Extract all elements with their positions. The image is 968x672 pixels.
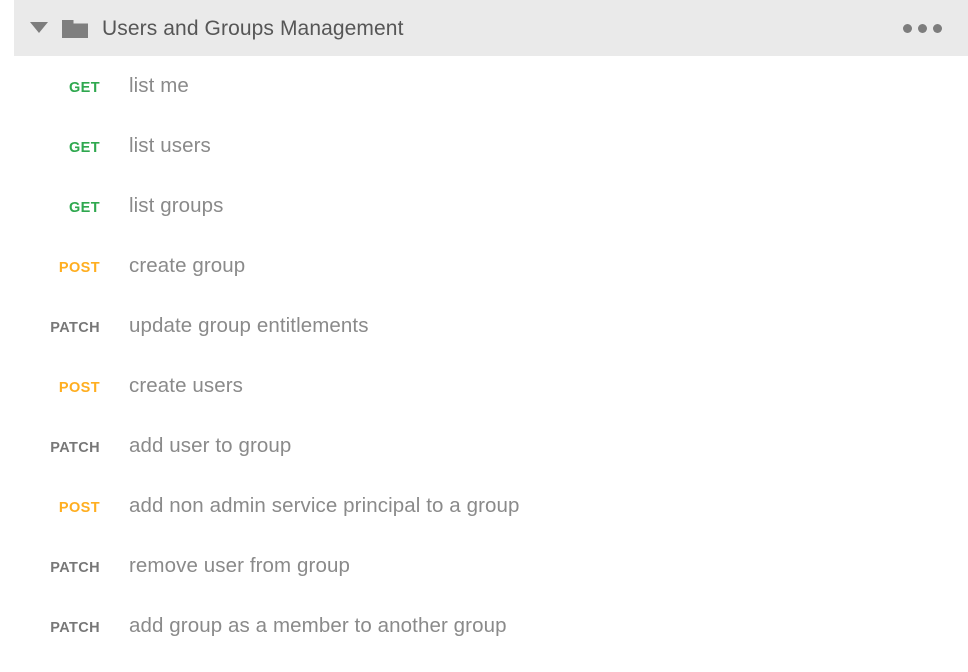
request-row[interactable]: PATCH add user to group <box>0 416 968 476</box>
request-name-label: remove user from group <box>129 536 350 596</box>
request-row[interactable]: PATCH update group entitlements <box>0 296 968 356</box>
request-name-label: update group entitlements <box>129 296 369 356</box>
request-name-label: add non admin service principal to a gro… <box>129 476 520 536</box>
request-name-label: create users <box>129 356 243 416</box>
ellipsis-dot <box>918 24 927 33</box>
request-list: GETlist meGETlist usersGETlist groupsPOS… <box>0 56 968 656</box>
folder-title: Users and Groups Management <box>102 18 404 39</box>
ellipsis-dot <box>903 24 912 33</box>
request-method-label: GET <box>0 118 100 178</box>
request-name-label: create group <box>129 236 245 296</box>
request-name-label: list me <box>129 56 189 116</box>
request-row[interactable]: GET list groups <box>0 176 968 236</box>
ellipsis-icon[interactable] <box>901 18 944 39</box>
chevron-down-icon[interactable] <box>28 17 50 39</box>
folder-icon <box>62 15 88 41</box>
request-row[interactable]: GET list me <box>0 56 968 116</box>
request-row[interactable]: POST add non admin service principal to a… <box>0 476 968 536</box>
request-name-label: add user to group <box>129 416 291 476</box>
request-method-label: PATCH <box>0 298 100 358</box>
request-method-label: GET <box>0 178 100 238</box>
request-row[interactable]: PATCH remove user from group <box>0 536 968 596</box>
request-name-label: add group as a member to another group <box>129 596 507 656</box>
request-method-label: POST <box>0 358 100 418</box>
request-row[interactable]: POST create group <box>0 236 968 296</box>
request-method-label: GET <box>0 58 100 118</box>
request-row[interactable]: GET list users <box>0 116 968 176</box>
request-name-label: list groups <box>129 176 224 236</box>
request-row[interactable]: POST create users <box>0 356 968 416</box>
request-method-label: PATCH <box>0 418 100 478</box>
request-method-label: POST <box>0 238 100 298</box>
folder-header[interactable]: Users and Groups Management <box>14 0 968 56</box>
request-method-label: PATCH <box>0 538 100 598</box>
collection-folder-panel: Users and Groups Management GETlist meGE… <box>0 0 968 672</box>
request-name-label: list users <box>129 116 211 176</box>
ellipsis-dot <box>933 24 942 33</box>
request-row[interactable]: PATCH add group as a member to another gr… <box>0 596 968 656</box>
request-method-label: PATCH <box>0 598 100 658</box>
request-method-label: POST <box>0 478 100 538</box>
